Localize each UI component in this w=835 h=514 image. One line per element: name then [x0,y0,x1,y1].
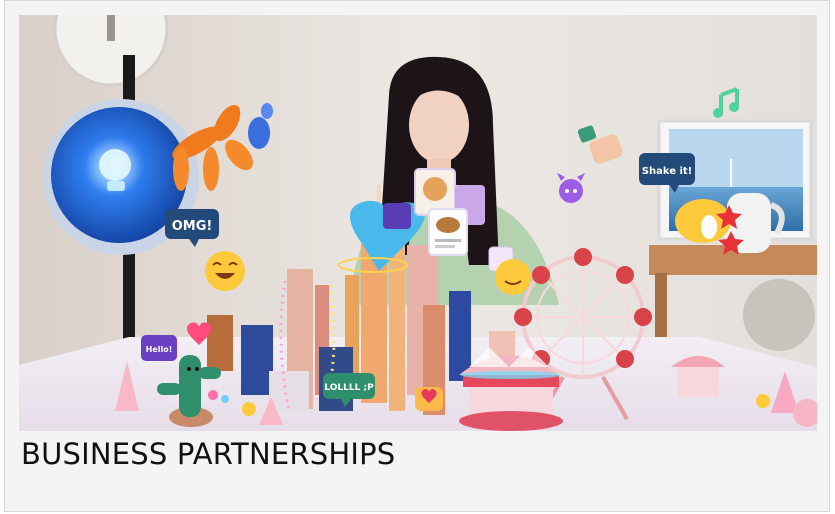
card-caption[interactable]: BUSINESS PARTNERSHIPS [21,437,395,471]
omg-sticker-text: OMG! [172,219,213,234]
lol-sticker-text: LOLLLL ;P [324,383,374,393]
hello-sticker-text: Hello! [146,345,173,354]
hero-image: OMG! Hello! LOLLLL ;P Shake it! [19,15,817,431]
shake-it-sticker-text: Shake it! [642,166,692,177]
hello-sticker: Hello! [141,335,177,361]
smiling-emoji-icon [495,259,531,295]
partnership-card[interactable]: OMG! Hello! LOLLLL ;P Shake it! BUSINESS… [4,0,830,512]
laughing-emoji-icon [205,251,245,291]
